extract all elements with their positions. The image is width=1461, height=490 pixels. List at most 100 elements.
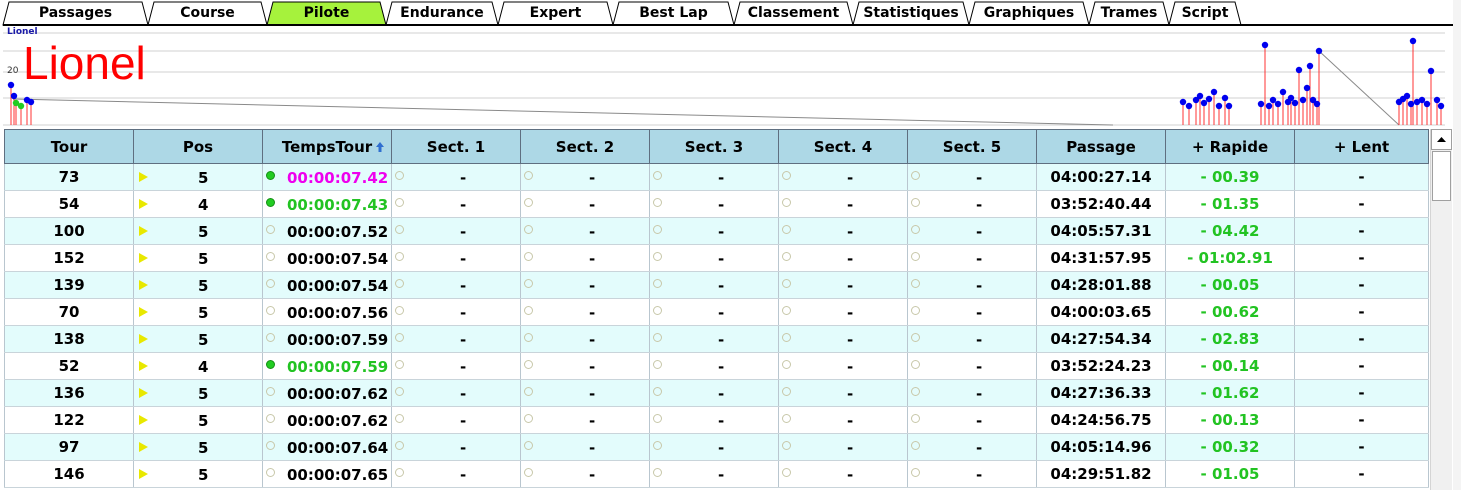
tab-endurance[interactable]: Endurance	[386, 5, 498, 21]
table-row[interactable]: 52 4 00:00:07.59 - - - - - 03:52:24.23 - 00.14 -	[4, 352, 1429, 380]
table-row[interactable]: 136 5 00:00:07.62 - - - - - 04:27:36.33 - 01.62 -	[4, 379, 1429, 407]
vertical-scrollbar[interactable]	[1430, 129, 1452, 490]
cell-sector-4: -	[778, 190, 908, 218]
column-header-tour[interactable]: Tour	[4, 129, 134, 164]
cell-tour: 97	[4, 433, 134, 461]
cell-passage: 04:05:14.96	[1036, 433, 1166, 461]
tab-statistiques[interactable]: Statistiques	[853, 5, 969, 21]
graph-point	[1407, 100, 1415, 108]
column-header-sect-3[interactable]: Sect. 3	[649, 129, 779, 164]
cell-lent: -	[1294, 244, 1429, 272]
graph-point	[1200, 99, 1208, 107]
table-row[interactable]: 97 5 00:00:07.64 - - - - - 04:05:14.96 - 00.32 -	[4, 433, 1429, 461]
sector-value: -	[847, 223, 854, 241]
cell-sector-3: -	[649, 406, 779, 434]
table-row[interactable]: 152 5 00:00:07.54 - - - - - 04:31:57.95 - 01:02.9…	[4, 244, 1429, 272]
cell-lent: -	[1294, 163, 1429, 191]
tab-classement[interactable]: Classement	[734, 5, 853, 21]
graph-point	[1287, 94, 1295, 102]
cell-sector-3: -	[649, 433, 779, 461]
sector-value: -	[589, 385, 596, 403]
tab-best-lap[interactable]: Best Lap	[613, 5, 734, 21]
lap-time-value: 00:00:07.62	[287, 412, 389, 430]
scroll-thumb[interactable]	[1432, 151, 1451, 201]
graph-point	[7, 81, 15, 89]
rapide-value: - 01:02.91	[1187, 249, 1273, 267]
cell-lent: -	[1294, 460, 1429, 488]
tab-pilote[interactable]: Pilote	[267, 5, 386, 21]
cell-pos: 5	[133, 244, 263, 272]
column-header-label: + Lent	[1333, 137, 1390, 156]
table-row[interactable]: 122 5 00:00:07.62 - - - - - 04:24:56.75 - 00.13 -	[4, 406, 1429, 434]
lap-time-value: 00:00:07.56	[287, 304, 389, 322]
lap-time-value: 00:00:07.59	[287, 358, 389, 376]
sort-arrow-up-icon[interactable]	[375, 141, 385, 153]
sector-value: -	[589, 250, 596, 268]
passage-value: 03:52:40.44	[1050, 195, 1152, 213]
column-header-pos[interactable]: Pos	[133, 129, 263, 164]
tab-graphiques[interactable]: Graphiques	[969, 5, 1089, 21]
sector-value: -	[847, 331, 854, 349]
graph-point	[1306, 62, 1314, 70]
cell-sector-5: -	[907, 406, 1037, 434]
graph-point	[1257, 100, 1265, 108]
sector-value: -	[589, 358, 596, 376]
pos-value: 4	[198, 196, 209, 214]
sector-value: -	[847, 385, 854, 403]
column-header-rapide[interactable]: + Rapide	[1165, 129, 1295, 164]
sector-status-dot-icon	[911, 225, 920, 234]
table-row[interactable]: 70 5 00:00:07.56 - - - - - 04:00:03.65 - 00.62 -	[4, 298, 1429, 326]
table-row[interactable]: 146 5 00:00:07.65 - - - - - 04:29:51.82 - 01.05 -	[4, 460, 1429, 488]
tab-trames[interactable]: Trames	[1089, 5, 1169, 21]
rapide-value: - 02.83	[1200, 330, 1260, 348]
table-row[interactable]: 73 5 00:00:07.42 - - - - - 04:00:27.14 - 00.39 -	[4, 163, 1429, 191]
sector-status-dot-icon	[653, 252, 662, 261]
cell-pos: 5	[133, 271, 263, 299]
table-row[interactable]: 54 4 00:00:07.43 - - - - - 03:52:40.44 - 01.35 -	[4, 190, 1429, 218]
passage-value: 04:00:03.65	[1050, 303, 1152, 321]
sector-value: -	[718, 250, 725, 268]
cell-lap-time: 00:00:07.62	[262, 379, 392, 407]
scroll-up-button[interactable]	[1431, 129, 1452, 150]
column-header-label: Sect. 2	[555, 137, 615, 156]
cell-sector-5: -	[907, 433, 1037, 461]
sector-value: -	[589, 331, 596, 349]
cell-sector-2: -	[520, 406, 650, 434]
column-header-sect-1[interactable]: Sect. 1	[391, 129, 521, 164]
column-header-sect-4[interactable]: Sect. 4	[778, 129, 908, 164]
column-header-sect-5[interactable]: Sect. 5	[907, 129, 1037, 164]
cell-sector-5: -	[907, 271, 1037, 299]
sector-status-dot-icon	[524, 225, 533, 234]
tab-expert[interactable]: Expert	[498, 5, 613, 21]
table-row[interactable]: 138 5 00:00:07.59 - - - - - 04:27:54.34 - 02.83 -	[4, 325, 1429, 353]
passage-value: 04:31:57.95	[1050, 249, 1152, 267]
column-header-sect-2[interactable]: Sect. 2	[520, 129, 650, 164]
sector-status-dot-icon	[395, 333, 404, 342]
cell-sector-2: -	[520, 325, 650, 353]
graph-point	[1423, 100, 1431, 108]
column-header-label: Sect. 4	[813, 137, 873, 156]
column-header-lent[interactable]: + Lent	[1294, 129, 1429, 164]
graph-point	[1299, 96, 1307, 104]
cell-lent: -	[1294, 406, 1429, 434]
cell-lap-time: 00:00:07.54	[262, 271, 392, 299]
table-row[interactable]: 139 5 00:00:07.54 - - - - - 04:28:01.88 - 00.05 -	[4, 271, 1429, 299]
graph-point	[1185, 102, 1193, 110]
tab-script[interactable]: Script	[1169, 5, 1241, 21]
table-row[interactable]: 100 5 00:00:07.52 - - - - - 04:05:57.31 - 04.42 -	[4, 217, 1429, 245]
lap-status-dot-icon	[266, 225, 275, 234]
column-header-tempstour[interactable]: TempsTour	[262, 129, 392, 164]
sector-status-dot-icon	[524, 360, 533, 369]
position-arrow-icon	[139, 415, 148, 425]
tab-passages[interactable]: Passages	[3, 5, 148, 21]
cell-rapide: - 01.62	[1165, 379, 1295, 407]
tour-value: 54	[58, 195, 80, 213]
sector-status-dot-icon	[911, 279, 920, 288]
sector-value: -	[718, 385, 725, 403]
cell-sector-5: -	[907, 352, 1037, 380]
lent-value: -	[1358, 357, 1365, 375]
tab-course[interactable]: Course	[148, 5, 267, 21]
tour-value: 70	[58, 303, 80, 321]
sector-value: -	[718, 196, 725, 214]
column-header-passage[interactable]: Passage	[1036, 129, 1166, 164]
